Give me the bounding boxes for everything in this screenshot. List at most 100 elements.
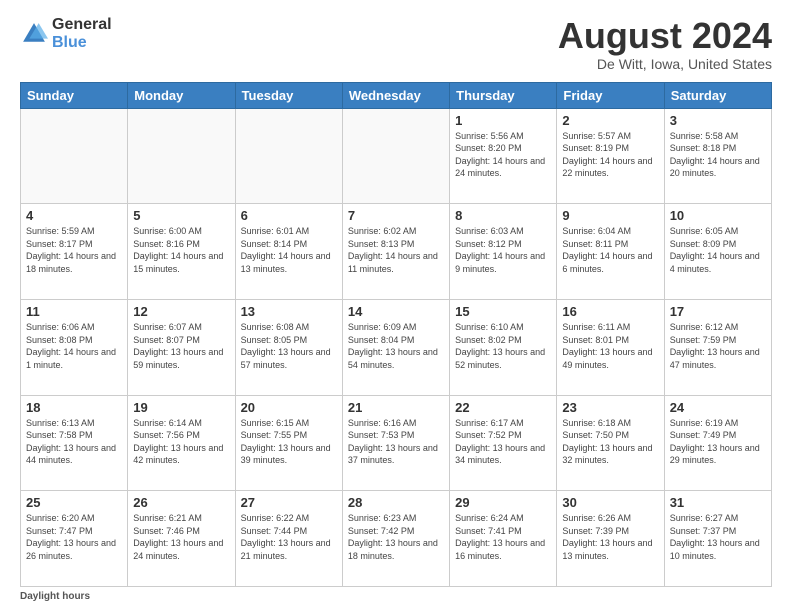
day-number: 4: [26, 208, 122, 223]
calendar-cell: 23 Sunrise: 6:18 AMSunset: 7:50 PMDayligh…: [557, 395, 664, 491]
day-number: 23: [562, 400, 658, 415]
calendar-cell: 20 Sunrise: 6:15 AMSunset: 7:55 PMDayligh…: [235, 395, 342, 491]
day-info: Sunrise: 6:18 AMSunset: 7:50 PMDaylight:…: [562, 417, 658, 467]
day-number: 30: [562, 495, 658, 510]
calendar-week-row: 11Sunrise: 6:06 AMSunset: 8:08 PMDayligh…: [21, 299, 772, 395]
calendar-cell: 10 Sunrise: 6:05 AMSunset: 8:09 PMDayligh…: [664, 204, 771, 300]
calendar-cell: 9 Sunrise: 6:04 AMSunset: 8:11 PMDaylight…: [557, 204, 664, 300]
calendar-cell: 26Sunrise: 6:21 AMSunset: 7:46 PMDayligh…: [128, 491, 235, 587]
day-info: Sunrise: 6:10 AMSunset: 8:02 PMDaylight:…: [455, 321, 551, 371]
day-number: 18: [26, 400, 122, 415]
day-info: Sunrise: 6:27 AMSunset: 7:37 PMDaylight:…: [670, 512, 766, 562]
day-number: 9: [562, 208, 658, 223]
footer-note: Daylight hours: [20, 591, 772, 602]
header: General Blue August 2024 De Witt, Iowa, …: [20, 16, 772, 72]
calendar-cell: 14Sunrise: 6:09 AMSunset: 8:04 PMDayligh…: [342, 299, 449, 395]
calendar-cell: 6 Sunrise: 6:01 AMSunset: 8:14 PMDaylight…: [235, 204, 342, 300]
weekday-header-sunday: Sunday: [21, 82, 128, 108]
calendar-cell: 7 Sunrise: 6:02 AMSunset: 8:13 PMDaylight…: [342, 204, 449, 300]
calendar-cell: 1 Sunrise: 5:56 AMSunset: 8:20 PMDaylight…: [450, 108, 557, 204]
day-info: Sunrise: 6:05 AMSunset: 8:09 PMDaylight:…: [670, 225, 766, 275]
day-info: Sunrise: 5:56 AMSunset: 8:20 PMDaylight:…: [455, 130, 551, 180]
day-info: Sunrise: 6:24 AMSunset: 7:41 PMDaylight:…: [455, 512, 551, 562]
day-number: 21: [348, 400, 444, 415]
day-number: 31: [670, 495, 766, 510]
day-info: Sunrise: 5:59 AMSunset: 8:17 PMDaylight:…: [26, 225, 122, 275]
day-info: Sunrise: 6:02 AMSunset: 8:13 PMDaylight:…: [348, 225, 444, 275]
day-info: Sunrise: 6:00 AMSunset: 8:16 PMDaylight:…: [133, 225, 229, 275]
day-number: 22: [455, 400, 551, 415]
weekday-header-wednesday: Wednesday: [342, 82, 449, 108]
day-number: 5: [133, 208, 229, 223]
day-info: Sunrise: 6:04 AMSunset: 8:11 PMDaylight:…: [562, 225, 658, 275]
day-info: Sunrise: 5:58 AMSunset: 8:18 PMDaylight:…: [670, 130, 766, 180]
weekday-header-thursday: Thursday: [450, 82, 557, 108]
day-info: Sunrise: 6:22 AMSunset: 7:44 PMDaylight:…: [241, 512, 337, 562]
weekday-header-tuesday: Tuesday: [235, 82, 342, 108]
day-number: 7: [348, 208, 444, 223]
calendar-cell: 29 Sunrise: 6:24 AMSunset: 7:41 PMDayligh…: [450, 491, 557, 587]
day-number: 20: [241, 400, 337, 415]
weekday-header-friday: Friday: [557, 82, 664, 108]
page-title: August 2024: [558, 16, 772, 56]
calendar-week-row: 1 Sunrise: 5:56 AMSunset: 8:20 PMDaylight…: [21, 108, 772, 204]
day-number: 3: [670, 113, 766, 128]
calendar-cell: 17 Sunrise: 6:12 AMSunset: 7:59 PMDayligh…: [664, 299, 771, 395]
day-number: 10: [670, 208, 766, 223]
calendar-cell: [235, 108, 342, 204]
weekday-header-monday: Monday: [128, 82, 235, 108]
day-info: Sunrise: 6:07 AMSunset: 8:07 PMDaylight:…: [133, 321, 229, 371]
day-info: Sunrise: 6:11 AMSunset: 8:01 PMDaylight:…: [562, 321, 658, 371]
calendar-header-row: SundayMondayTuesdayWednesdayThursdayFrid…: [21, 82, 772, 108]
day-info: Sunrise: 6:19 AMSunset: 7:49 PMDaylight:…: [670, 417, 766, 467]
calendar-week-row: 18Sunrise: 6:13 AMSunset: 7:58 PMDayligh…: [21, 395, 772, 491]
day-info: Sunrise: 6:15 AMSunset: 7:55 PMDaylight:…: [241, 417, 337, 467]
day-number: 13: [241, 304, 337, 319]
calendar-week-row: 4 Sunrise: 5:59 AMSunset: 8:17 PMDaylight…: [21, 204, 772, 300]
day-number: 12: [133, 304, 229, 319]
weekday-header-saturday: Saturday: [664, 82, 771, 108]
day-info: Sunrise: 6:21 AMSunset: 7:46 PMDaylight:…: [133, 512, 229, 562]
day-info: Sunrise: 6:23 AMSunset: 7:42 PMDaylight:…: [348, 512, 444, 562]
day-number: 29: [455, 495, 551, 510]
day-number: 1: [455, 113, 551, 128]
day-info: Sunrise: 5:57 AMSunset: 8:19 PMDaylight:…: [562, 130, 658, 180]
page: General Blue August 2024 De Witt, Iowa, …: [0, 0, 792, 612]
calendar-cell: 27 Sunrise: 6:22 AMSunset: 7:44 PMDayligh…: [235, 491, 342, 587]
calendar-cell: 31 Sunrise: 6:27 AMSunset: 7:37 PMDayligh…: [664, 491, 771, 587]
day-info: Sunrise: 6:26 AMSunset: 7:39 PMDaylight:…: [562, 512, 658, 562]
day-info: Sunrise: 6:14 AMSunset: 7:56 PMDaylight:…: [133, 417, 229, 467]
calendar-table: SundayMondayTuesdayWednesdayThursdayFrid…: [20, 82, 772, 587]
calendar-cell: [21, 108, 128, 204]
calendar-cell: 21Sunrise: 6:16 AMSunset: 7:53 PMDayligh…: [342, 395, 449, 491]
calendar-cell: 15Sunrise: 6:10 AMSunset: 8:02 PMDayligh…: [450, 299, 557, 395]
calendar-cell: 22 Sunrise: 6:17 AMSunset: 7:52 PMDayligh…: [450, 395, 557, 491]
day-number: 11: [26, 304, 122, 319]
calendar-cell: 5 Sunrise: 6:00 AMSunset: 8:16 PMDaylight…: [128, 204, 235, 300]
day-info: Sunrise: 6:12 AMSunset: 7:59 PMDaylight:…: [670, 321, 766, 371]
calendar-cell: 4 Sunrise: 5:59 AMSunset: 8:17 PMDaylight…: [21, 204, 128, 300]
day-info: Sunrise: 6:20 AMSunset: 7:47 PMDaylight:…: [26, 512, 122, 562]
calendar-cell: 25 Sunrise: 6:20 AMSunset: 7:47 PMDayligh…: [21, 491, 128, 587]
logo: General Blue: [20, 16, 112, 51]
day-number: 6: [241, 208, 337, 223]
calendar-cell: 30 Sunrise: 6:26 AMSunset: 7:39 PMDayligh…: [557, 491, 664, 587]
day-number: 27: [241, 495, 337, 510]
logo-text: General Blue: [52, 16, 112, 51]
day-info: Sunrise: 6:17 AMSunset: 7:52 PMDaylight:…: [455, 417, 551, 467]
day-info: Sunrise: 6:03 AMSunset: 8:12 PMDaylight:…: [455, 225, 551, 275]
day-number: 8: [455, 208, 551, 223]
day-number: 24: [670, 400, 766, 415]
day-info: Sunrise: 6:08 AMSunset: 8:05 PMDaylight:…: [241, 321, 337, 371]
calendar-cell: 16 Sunrise: 6:11 AMSunset: 8:01 PMDayligh…: [557, 299, 664, 395]
calendar-cell: 13 Sunrise: 6:08 AMSunset: 8:05 PMDayligh…: [235, 299, 342, 395]
day-number: 25: [26, 495, 122, 510]
page-subtitle: De Witt, Iowa, United States: [558, 56, 772, 72]
day-number: 19: [133, 400, 229, 415]
day-number: 17: [670, 304, 766, 319]
day-number: 16: [562, 304, 658, 319]
day-info: Sunrise: 6:01 AMSunset: 8:14 PMDaylight:…: [241, 225, 337, 275]
day-number: 14: [348, 304, 444, 319]
calendar-cell: 24 Sunrise: 6:19 AMSunset: 7:49 PMDayligh…: [664, 395, 771, 491]
logo-general-label: General: [52, 16, 112, 34]
